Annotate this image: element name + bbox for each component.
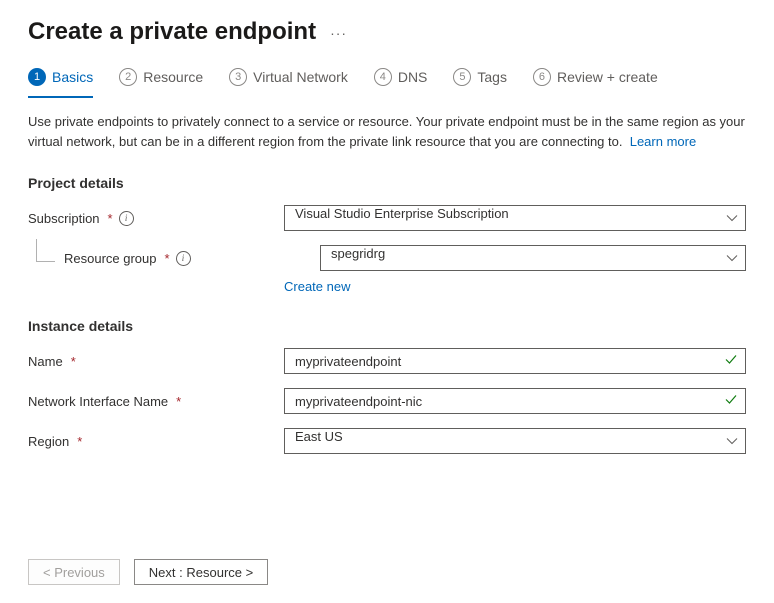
step-number-icon: 2 — [119, 68, 137, 86]
section-heading-project: Project details — [28, 175, 746, 191]
resource-group-label: Resource group — [64, 251, 157, 266]
subscription-label: Subscription — [28, 211, 100, 226]
step-number-icon: 6 — [533, 68, 551, 86]
next-button[interactable]: Next : Resource > — [134, 559, 268, 585]
tab-label: Resource — [143, 69, 203, 85]
name-input[interactable] — [284, 348, 746, 374]
step-number-icon: 1 — [28, 68, 46, 86]
wizard-tabs: 1 Basics 2 Resource 3 Virtual Network 4 … — [28, 68, 746, 98]
tab-basics[interactable]: 1 Basics — [28, 68, 93, 98]
nic-name-input[interactable] — [284, 388, 746, 414]
tab-resource[interactable]: 2 Resource — [119, 68, 203, 98]
step-number-icon: 5 — [453, 68, 471, 86]
required-icon: * — [71, 354, 76, 369]
name-label: Name — [28, 354, 63, 369]
create-new-link[interactable]: Create new — [284, 279, 350, 294]
description-text: Use private endpoints to privately conne… — [28, 112, 746, 151]
region-select[interactable]: East US — [284, 428, 746, 454]
region-label: Region — [28, 434, 69, 449]
learn-more-link[interactable]: Learn more — [630, 134, 696, 149]
tab-label: Review + create — [557, 69, 658, 85]
previous-button: < Previous — [28, 559, 120, 585]
tab-label: DNS — [398, 69, 428, 85]
required-icon: * — [77, 434, 82, 449]
tab-label: Basics — [52, 69, 93, 85]
required-icon: * — [165, 251, 170, 266]
tab-tags[interactable]: 5 Tags — [453, 68, 507, 98]
section-heading-instance: Instance details — [28, 318, 746, 334]
required-icon: * — [176, 394, 181, 409]
tab-review-create[interactable]: 6 Review + create — [533, 68, 658, 98]
subscription-select[interactable]: Visual Studio Enterprise Subscription — [284, 205, 746, 231]
tab-label: Tags — [477, 69, 507, 85]
info-icon[interactable]: i — [119, 211, 134, 226]
page-title: Create a private endpoint — [28, 18, 316, 46]
info-icon[interactable]: i — [176, 251, 191, 266]
required-icon: * — [108, 211, 113, 226]
nic-name-label: Network Interface Name — [28, 394, 168, 409]
tab-dns[interactable]: 4 DNS — [374, 68, 428, 98]
step-number-icon: 4 — [374, 68, 392, 86]
more-actions-icon[interactable]: ··· — [330, 25, 347, 41]
tab-label: Virtual Network — [253, 69, 348, 85]
tab-virtual-network[interactable]: 3 Virtual Network — [229, 68, 348, 98]
step-number-icon: 3 — [229, 68, 247, 86]
resource-group-select[interactable]: spegridrg — [320, 245, 746, 271]
